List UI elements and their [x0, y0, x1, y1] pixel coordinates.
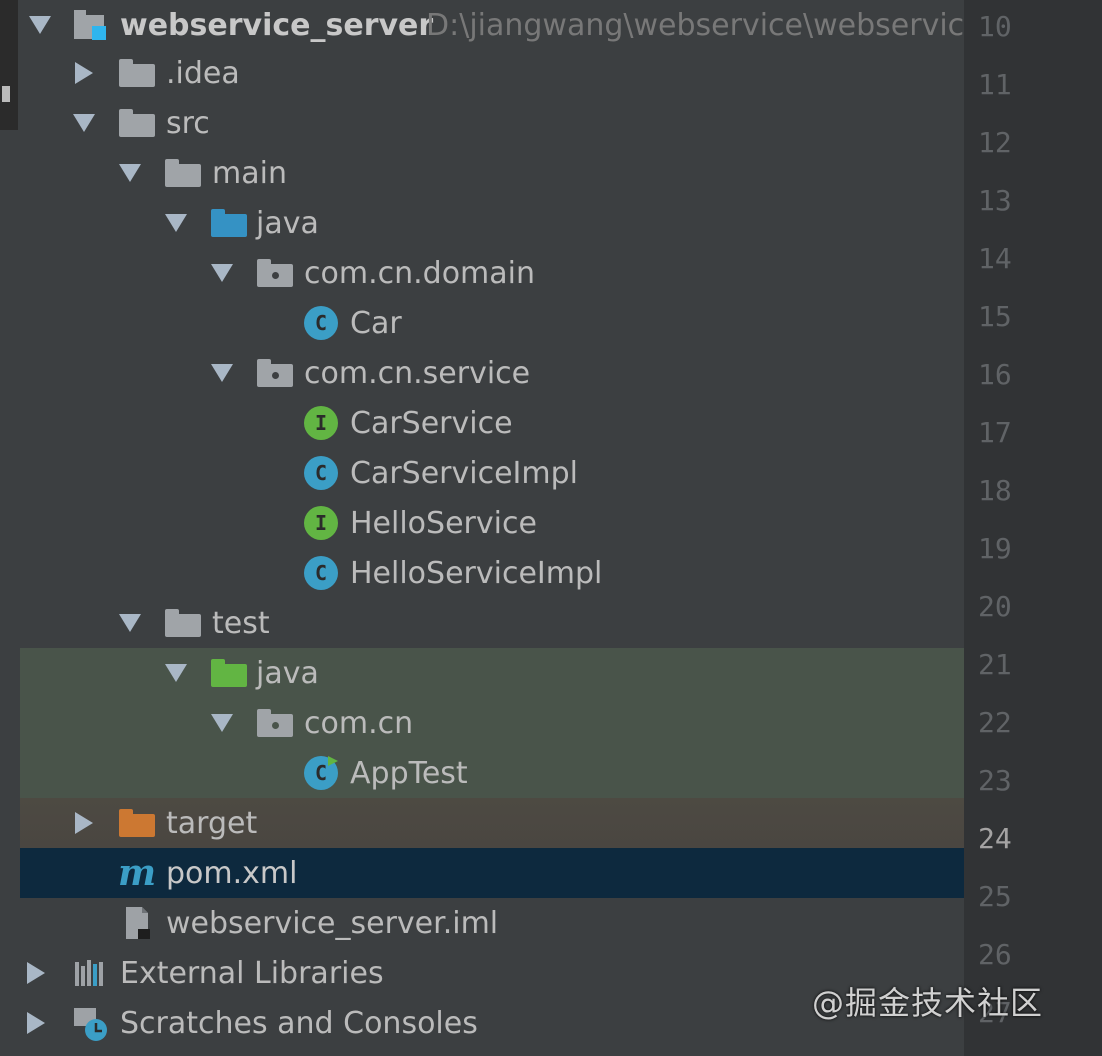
- tree-row-domain-package[interactable]: com.cn.domain: [20, 248, 964, 298]
- test-folder-icon: [210, 654, 248, 692]
- tree-item-label: HelloService: [350, 505, 537, 541]
- excluded-folder-icon: [118, 804, 156, 842]
- tree-item-label: main: [212, 155, 287, 191]
- tree-item-label: Car: [350, 305, 402, 341]
- class-icon: C: [302, 304, 340, 342]
- folder-icon: [118, 104, 156, 142]
- line-number-gutter: 10 11 12 13 14 15 16 17 18 19 20 21 22 23 24 25 26 27: [964, 0, 1102, 1056]
- tree-item-label: target: [166, 805, 258, 841]
- tree-item-label: test: [212, 605, 270, 641]
- tree-item-label: CarServiceImpl: [350, 455, 578, 491]
- tree-row-project-root[interactable]: webservice_server D:\jiangwang\webservic…: [20, 0, 964, 50]
- line-number: 21: [978, 648, 1012, 681]
- line-number: 23: [978, 764, 1012, 797]
- file-icon: [118, 904, 156, 942]
- tree-item-label: pom.xml: [166, 855, 298, 891]
- tree-row-main-java[interactable]: java: [20, 198, 964, 248]
- tree-item-label: Scratches and Consoles: [120, 1005, 478, 1041]
- tree-row-app-test[interactable]: C AppTest: [20, 748, 964, 798]
- tree-row-hello-service[interactable]: I HelloService: [20, 498, 964, 548]
- chevron-down-icon[interactable]: [118, 161, 142, 185]
- tree-row-idea[interactable]: .idea: [20, 48, 964, 98]
- chevron-right-icon[interactable]: [24, 961, 48, 985]
- chevron-down-icon[interactable]: [28, 13, 52, 37]
- watermark: @掘金技术社区: [812, 984, 1044, 1022]
- source-folder-icon: [210, 204, 248, 242]
- tree-item-label: com.cn.domain: [304, 255, 536, 291]
- tree-item-label: HelloServiceImpl: [350, 555, 603, 591]
- chevron-right-icon[interactable]: [72, 61, 96, 85]
- tree-item-label: com.cn: [304, 705, 414, 741]
- tree-row-test-java[interactable]: java: [20, 648, 964, 698]
- tree-item-label: AppTest: [350, 755, 468, 791]
- line-number: 25: [978, 880, 1012, 913]
- tree-row-car[interactable]: C Car: [20, 298, 964, 348]
- chevron-down-icon[interactable]: [72, 111, 96, 135]
- folder-icon: [164, 154, 202, 192]
- line-number: 24: [978, 822, 1012, 855]
- line-number: 16: [978, 358, 1012, 391]
- line-number: 12: [978, 126, 1012, 159]
- package-icon: [256, 704, 294, 742]
- chevron-right-icon[interactable]: [72, 811, 96, 835]
- line-number: 13: [978, 184, 1012, 217]
- tree-row-test[interactable]: test: [20, 598, 964, 648]
- tree-row-main[interactable]: main: [20, 148, 964, 198]
- tree-item-label: java: [256, 655, 319, 691]
- tool-window-strip: [0, 0, 21, 1056]
- tree-item-label: External Libraries: [120, 955, 384, 991]
- package-icon: [256, 254, 294, 292]
- class-icon: C: [302, 454, 340, 492]
- chevron-down-icon[interactable]: [210, 711, 234, 735]
- tree-row-car-service-impl[interactable]: C CarServiceImpl: [20, 448, 964, 498]
- tree-row-service-package[interactable]: com.cn.service: [20, 348, 964, 398]
- chevron-right-icon[interactable]: [24, 1011, 48, 1035]
- line-number: 11: [978, 68, 1012, 101]
- tree-row-car-service[interactable]: I CarService: [20, 398, 964, 448]
- project-name: webservice_server: [120, 7, 434, 43]
- tree-row-iml[interactable]: webservice_server.iml: [20, 898, 964, 948]
- module-icon: [72, 6, 110, 44]
- line-number: 26: [978, 938, 1012, 971]
- tree-row-src[interactable]: src: [20, 98, 964, 148]
- folder-icon: [118, 54, 156, 92]
- tree-row-test-package[interactable]: com.cn: [20, 698, 964, 748]
- scratches-icon: [72, 1004, 110, 1042]
- tree-item-label: CarService: [350, 405, 513, 441]
- project-path: D:\jiangwang\webservice\webservic: [426, 7, 965, 43]
- chevron-down-icon[interactable]: [164, 661, 188, 685]
- chevron-down-icon[interactable]: [118, 611, 142, 635]
- interface-icon: I: [302, 404, 340, 442]
- line-number: 20: [978, 590, 1012, 623]
- line-number: 15: [978, 300, 1012, 333]
- class-icon: C: [302, 554, 340, 592]
- project-tool-tab[interactable]: [0, 0, 18, 130]
- line-number: 19: [978, 532, 1012, 565]
- tree-row-pom[interactable]: m pom.xml: [20, 848, 964, 898]
- tree-row-hello-service-impl[interactable]: C HelloServiceImpl: [20, 548, 964, 598]
- line-number: 10: [978, 10, 1012, 43]
- tree-item-label: src: [166, 105, 210, 141]
- tree-item-label: webservice_server.iml: [166, 905, 499, 941]
- line-number: 14: [978, 242, 1012, 275]
- line-number: 18: [978, 474, 1012, 507]
- chevron-down-icon[interactable]: [164, 211, 188, 235]
- test-class-icon: C: [302, 754, 340, 792]
- maven-icon: m: [117, 852, 157, 894]
- line-number: 22: [978, 706, 1012, 739]
- tree-item-label: .idea: [166, 55, 240, 91]
- chevron-down-icon[interactable]: [210, 261, 234, 285]
- project-tree: webservice_server D:\jiangwang\webservic…: [20, 0, 964, 1056]
- tree-row-target[interactable]: target: [20, 798, 964, 848]
- library-icon: [72, 954, 110, 992]
- tree-item-label: java: [256, 205, 319, 241]
- line-number: 17: [978, 416, 1012, 449]
- chevron-down-icon[interactable]: [210, 361, 234, 385]
- tree-item-label: com.cn.service: [304, 355, 531, 391]
- package-icon: [256, 354, 294, 392]
- folder-icon: [164, 604, 202, 642]
- interface-icon: I: [302, 504, 340, 542]
